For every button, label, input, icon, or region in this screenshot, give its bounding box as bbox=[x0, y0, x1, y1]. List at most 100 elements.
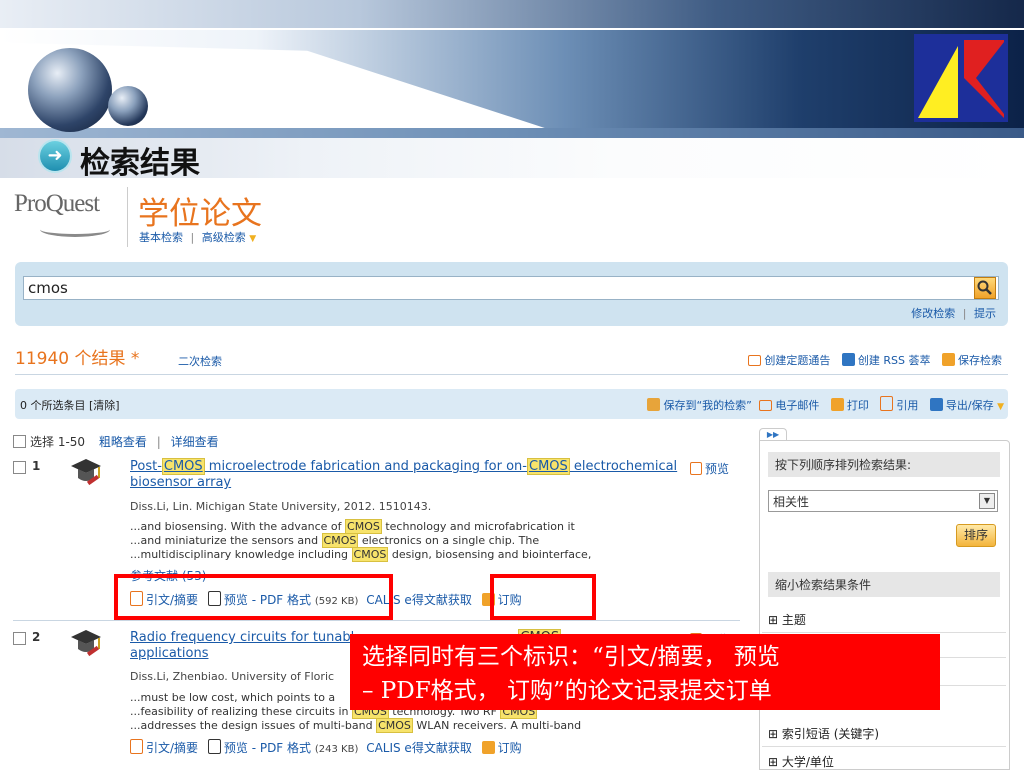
preview-label: 预览 bbox=[705, 462, 730, 476]
snippet-text: technology and microfabrication it bbox=[381, 520, 575, 533]
nav-separator: | bbox=[190, 231, 195, 244]
highlight-box-order bbox=[490, 574, 596, 620]
print-link[interactable]: 打印 bbox=[847, 399, 869, 412]
annotation-line-1: 选择同时有三个标识：“引文/摘要， 预览 bbox=[362, 644, 780, 670]
brief-view-link[interactable]: 粗略查看 bbox=[99, 435, 147, 449]
abstract-icon bbox=[130, 739, 143, 754]
tips-link[interactable]: 提示 bbox=[974, 307, 996, 320]
result-actions: 引文/摘要 预览 - PDF 格式 (243 KB) CALIS e得文献获取 … bbox=[130, 739, 522, 756]
refine-search-link[interactable]: 二次检索 bbox=[178, 353, 222, 369]
sidebar: 按下列顺序排列检索结果: 相关性 ▼ 排序 缩小检索结果条件 ⊞ 主题 ⊞ 索引… bbox=[759, 440, 1010, 770]
facet-keywords[interactable]: ⊞ 索引短语 (关键字) bbox=[762, 721, 1006, 747]
slide-top-bar bbox=[0, 0, 1024, 28]
select-all-checkbox[interactable] bbox=[13, 435, 26, 448]
slide-sub-band bbox=[0, 128, 1024, 138]
calis-link[interactable]: CALIS e得文献获取 bbox=[366, 741, 472, 755]
snippet-highlight: CMOS bbox=[321, 533, 359, 548]
email-icon bbox=[759, 400, 773, 411]
sort-select-value: 相关性 bbox=[773, 495, 810, 509]
result-divider bbox=[13, 620, 740, 621]
result-checkbox[interactable] bbox=[13, 632, 26, 645]
order-link[interactable]: 订购 bbox=[498, 741, 522, 755]
title-text[interactable]: Radio frequency circuits for tunabl bbox=[130, 630, 354, 645]
search-panel: cmos 修改检索 | 提示 bbox=[15, 262, 1008, 326]
snippet-text: ...addresses the design issues of multi-… bbox=[130, 719, 377, 732]
export-save-link[interactable]: 导出/保存 bbox=[946, 399, 994, 412]
advanced-search-link[interactable]: 高级检索 bbox=[202, 231, 246, 244]
title-highlight: CMOS bbox=[527, 458, 570, 475]
save-to-my-search-link[interactable]: 保存到“我的检索” bbox=[663, 399, 751, 412]
save-icon bbox=[942, 353, 955, 366]
facet-university[interactable]: ⊞ 大学/单位 bbox=[762, 749, 1006, 774]
facet-label: 索引短语 (关键字) bbox=[781, 727, 880, 741]
result-title[interactable]: Post- CMOS microelectrode fabrication and… bbox=[130, 458, 690, 491]
pdf-size: (243 KB) bbox=[314, 744, 359, 755]
brand-divider bbox=[127, 187, 128, 247]
title-text[interactable]: electrochemical bbox=[570, 459, 677, 474]
mail-icon bbox=[748, 355, 762, 366]
result-meta: Diss.Li, Zhenbiao. University of Floric bbox=[130, 670, 335, 683]
abstract-link[interactable]: 引文/摘要 bbox=[146, 741, 198, 755]
title-text[interactable]: Post- bbox=[130, 459, 162, 474]
sort-select[interactable]: 相关性 ▼ bbox=[768, 490, 998, 512]
toolbar-actions: 保存到“我的检索” 电子邮件 打印 引用 导出/保存 ▼ bbox=[647, 396, 1004, 413]
pdf-preview-link[interactable]: 预览 - PDF 格式 bbox=[224, 741, 311, 755]
snippet-text: ...must be low cost, which points to a bbox=[130, 691, 336, 704]
snippet-text: ...feasibility of realizing these circui… bbox=[130, 705, 352, 718]
annotation-callout: 选择同时有三个标识：“引文/摘要， 预览 – PDF格式， 订购”的论文记录提交… bbox=[350, 634, 940, 710]
preview-icon bbox=[690, 462, 702, 475]
sort-button[interactable]: 排序 bbox=[956, 524, 996, 547]
search-button[interactable] bbox=[974, 277, 996, 299]
cite-link[interactable]: 引用 bbox=[896, 399, 918, 412]
snippet-text: ...and biosensing. With the advance of bbox=[130, 520, 346, 533]
results-actions: 创建定题通告 创建 RSS 荟萃 保存检索 bbox=[748, 352, 1002, 368]
title-highlight: CMOS bbox=[161, 458, 205, 475]
modify-search-link[interactable]: 修改检索 bbox=[911, 307, 955, 320]
search-links: 修改检索 | 提示 bbox=[911, 305, 996, 321]
rss-icon bbox=[841, 353, 855, 366]
proquest-logo: ProQuest bbox=[14, 190, 100, 217]
title-text[interactable]: applications bbox=[130, 646, 208, 661]
cite-icon bbox=[880, 396, 894, 411]
slide-title: 检索结果 bbox=[80, 146, 200, 181]
basic-search-link[interactable]: 基本检索 bbox=[139, 231, 183, 244]
sort-header: 按下列顺序排列检索结果: bbox=[768, 452, 1000, 477]
results-count: 11940 个结果 * bbox=[15, 349, 140, 369]
pdf-icon bbox=[207, 739, 221, 754]
list-controls: 选择 1-50 粗略查看 | 详细查看 bbox=[13, 433, 219, 450]
search-input[interactable]: cmos bbox=[23, 276, 999, 300]
globe-small-icon bbox=[108, 86, 148, 126]
snippet-text: design, biosensing and biointerface, bbox=[388, 548, 592, 561]
create-rss-link[interactable]: 创建 RSS 荟萃 bbox=[858, 354, 931, 367]
export-caret-icon[interactable]: ▼ bbox=[997, 402, 1004, 412]
facet-label: 主题 bbox=[781, 613, 806, 627]
snippet-text: ...multidisciplinary knowledge including bbox=[130, 548, 352, 561]
selected-count[interactable]: 0 个所选条目 [清除] bbox=[20, 397, 120, 413]
selection-toolbar: 0 个所选条目 [清除] 保存到“我的检索” 电子邮件 打印 引用 导出/保存 … bbox=[15, 389, 1008, 419]
title-text[interactable]: microelectrode fabrication and packaging… bbox=[205, 459, 527, 474]
links-separator: | bbox=[962, 307, 967, 320]
select-arrow-icon[interactable]: ▼ bbox=[979, 493, 995, 509]
result-checkbox[interactable] bbox=[13, 461, 26, 474]
preview-link[interactable]: 预览 bbox=[690, 460, 729, 477]
result-number: 1 bbox=[32, 459, 41, 473]
title-text[interactable]: biosensor array bbox=[130, 475, 231, 490]
folder-save-icon bbox=[647, 398, 661, 411]
create-alert-link[interactable]: 创建定题通告 bbox=[764, 354, 830, 367]
proquest-logo-swoosh bbox=[40, 222, 110, 237]
narrow-header: 缩小检索结果条件 bbox=[768, 572, 1000, 597]
graduation-cap-icon bbox=[71, 630, 101, 657]
email-link[interactable]: 电子邮件 bbox=[775, 399, 819, 412]
result-meta: Diss.Li, Lin. Michigan State University,… bbox=[130, 500, 432, 513]
result-number: 2 bbox=[32, 630, 41, 644]
search-icon bbox=[977, 280, 992, 295]
print-icon bbox=[830, 398, 844, 411]
dropdown-caret-icon[interactable]: ▼ bbox=[249, 234, 256, 244]
graduation-cap-icon bbox=[71, 459, 101, 486]
facet-subject[interactable]: ⊞ 主题 bbox=[762, 607, 1006, 633]
snippet-highlight: CMOS bbox=[345, 519, 382, 534]
detail-view-link[interactable]: 详细查看 bbox=[171, 435, 219, 449]
save-search-link[interactable]: 保存检索 bbox=[958, 354, 1002, 367]
highlight-box-abstract-pdf bbox=[114, 574, 393, 620]
globe-large-icon bbox=[28, 48, 112, 132]
